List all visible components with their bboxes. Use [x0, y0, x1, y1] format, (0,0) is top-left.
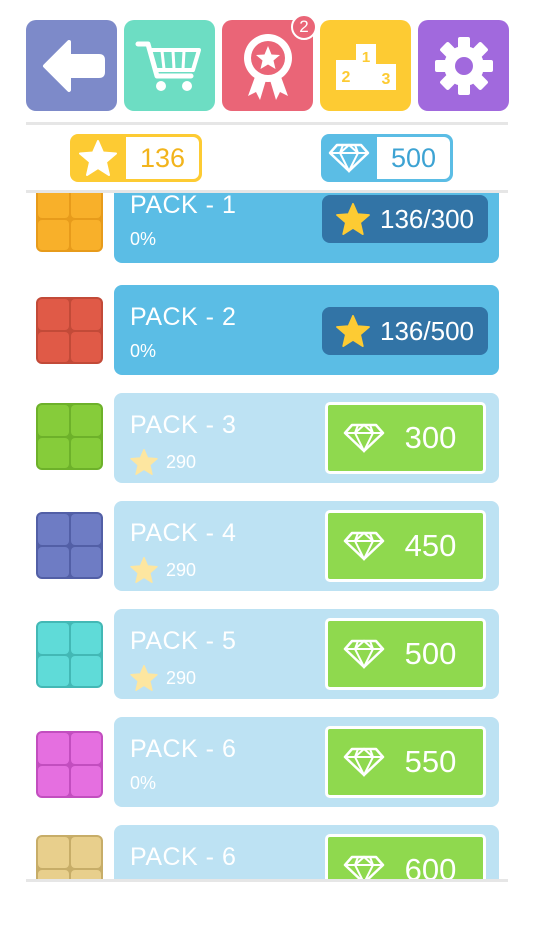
divider	[26, 879, 508, 882]
pack-tile-icon	[36, 621, 103, 688]
pack-tile-icon	[36, 193, 103, 252]
pack-name: PACK - 3	[130, 411, 237, 439]
buy-price: 500	[404, 636, 457, 671]
diamond-icon	[343, 423, 385, 453]
pack-card[interactable]: PACK - 6 0% 550	[114, 717, 499, 807]
pack-row[interactable]: PACK - 6 0% 550	[0, 717, 534, 809]
buy-price: 600	[404, 852, 457, 880]
gear-icon	[434, 36, 493, 95]
pack-stars: 290	[130, 557, 196, 583]
star-icon	[130, 557, 158, 583]
gem-counter: 500	[321, 134, 453, 182]
cart-icon	[135, 41, 201, 91]
diamond-icon	[343, 855, 385, 880]
pack-name: PACK - 1	[130, 193, 237, 219]
star-icon	[130, 665, 158, 691]
pack-tile-icon	[36, 835, 103, 880]
pack-row[interactable]: PACK - 5 290 500	[0, 609, 534, 701]
podium-label-first: 1	[361, 49, 369, 66]
leaderboard-button[interactable]: 1 2 3	[320, 20, 411, 111]
pack-card[interactable]: PACK - 5 290 500	[114, 609, 499, 699]
pack-stars: 290	[130, 665, 196, 691]
shop-button[interactable]	[124, 20, 215, 111]
buy-price: 300	[404, 420, 457, 455]
pack-row[interactable]: PACK - 1 0% 136/300	[0, 193, 534, 265]
pack-progress: 0%	[130, 229, 157, 249]
star-counter: 136	[70, 134, 202, 182]
star-requirement: 136/300	[322, 195, 488, 243]
pack-progress: 0%	[130, 773, 157, 793]
star-counter-icon-wrap	[70, 134, 126, 182]
buy-price: 450	[404, 528, 457, 563]
star-icon	[336, 203, 370, 235]
pack-row[interactable]: PACK - 2 0% 136/500	[0, 285, 534, 377]
settings-button[interactable]	[418, 20, 509, 111]
gem-count: 500	[377, 137, 450, 179]
achievements-button[interactable]: 2	[222, 14, 317, 111]
pack-card[interactable]: PACK - 4 290 450	[114, 501, 499, 591]
diamond-icon	[343, 531, 385, 561]
pack-name: PACK - 4	[130, 519, 237, 547]
back-button[interactable]	[26, 20, 117, 111]
pack-name: PACK - 2	[130, 303, 237, 331]
pack-tile-icon	[36, 512, 103, 579]
pack-card[interactable]: PACK - 6 0% 600	[114, 825, 499, 880]
diamond-icon	[343, 639, 385, 669]
pack-stars: 290	[130, 449, 196, 475]
pack-stars-value: 290	[166, 667, 197, 688]
back-arrow-icon	[42, 39, 105, 92]
pack-list[interactable]: PACK - 1 0% 136/300 PACK - 2 0% 136/500	[0, 193, 534, 880]
pack-row[interactable]: PACK - 4 290 450	[0, 501, 534, 593]
buy-button[interactable]: 600	[325, 834, 486, 880]
buy-button[interactable]: 500	[325, 618, 486, 690]
pack-name: PACK - 6	[130, 735, 237, 763]
podium-label-third: 3	[381, 71, 390, 88]
pack-stars-value: 290	[166, 559, 197, 580]
top-toolbar: 2 1 2 3	[26, 14, 509, 112]
diamond-icon	[343, 747, 385, 777]
pack-tile-icon	[36, 297, 103, 364]
pack-row[interactable]: PACK - 6 0% 600	[0, 825, 534, 880]
award-ribbon-icon	[243, 33, 292, 100]
podium-icon: 1 2 3	[335, 43, 396, 90]
pack-row[interactable]: PACK - 3 290 300	[0, 393, 534, 485]
star-icon	[130, 449, 158, 475]
star-icon	[79, 140, 117, 176]
pack-stars-value: 290	[166, 451, 197, 472]
podium-label-second: 2	[341, 69, 350, 86]
pack-tile-icon	[36, 403, 103, 470]
requirement-value: 136/300	[380, 203, 474, 234]
buy-button[interactable]: 300	[325, 402, 486, 474]
divider	[26, 122, 508, 125]
star-count: 136	[126, 137, 199, 179]
pack-tile-icon	[36, 731, 103, 798]
notification-badge: 2	[291, 14, 317, 40]
buy-button[interactable]: 450	[325, 510, 486, 582]
buy-button[interactable]: 550	[325, 726, 486, 798]
diamond-icon	[328, 143, 370, 173]
gem-counter-icon-wrap	[321, 134, 377, 182]
pack-name: PACK - 6	[130, 843, 237, 871]
requirement-value: 136/500	[380, 315, 474, 346]
pack-card[interactable]: PACK - 1 0% 136/300	[114, 193, 499, 263]
pack-card[interactable]: PACK - 3 290 300	[114, 393, 499, 483]
buy-price: 550	[404, 744, 457, 779]
pack-progress: 0%	[130, 341, 157, 361]
pack-card[interactable]: PACK - 2 0% 136/500	[114, 285, 499, 375]
star-icon	[336, 315, 370, 347]
star-requirement: 136/500	[322, 307, 488, 355]
pack-name: PACK - 5	[130, 627, 237, 655]
